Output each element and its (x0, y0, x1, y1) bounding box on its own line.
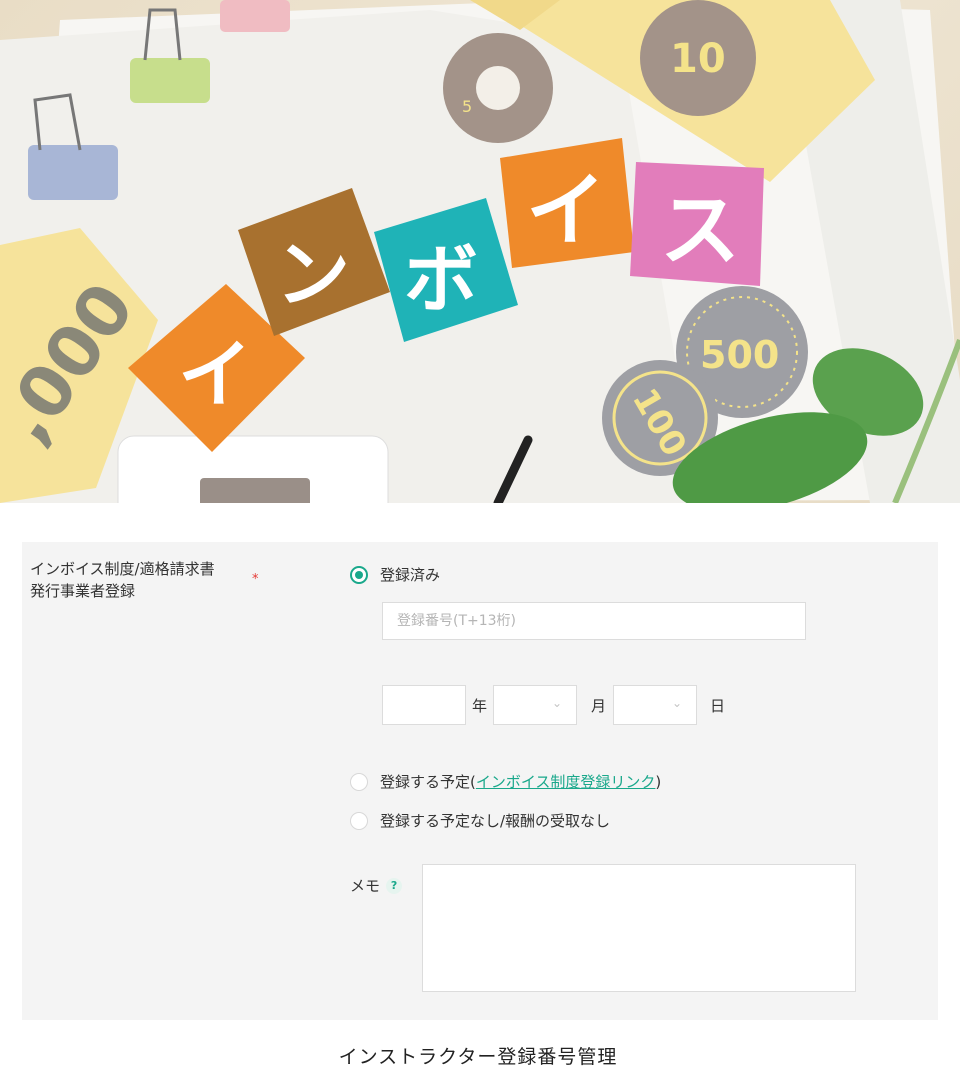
field-label-line1: インボイス制度/適格請求書 (30, 560, 215, 578)
field-label-line2: 発行事業者登録 (30, 582, 136, 600)
svg-text:ス: ス (660, 184, 740, 277)
required-mark: * (252, 572, 259, 587)
radio-button-registered[interactable] (350, 565, 368, 584)
letter-block: イ (500, 138, 634, 268)
year-unit: 年 (472, 697, 488, 715)
radio-label-registered: 登録済み (380, 566, 441, 584)
radio-option-not-planned[interactable]: 登録する予定なし/報酬の受取なし (350, 810, 610, 831)
svg-text:5: 5 (462, 97, 472, 116)
coin-icon: 5 (443, 33, 553, 143)
chevron-down-icon: ⌄ (551, 696, 562, 710)
hero-image: ,000 5 10 500 100 イ ン ボ イ ス (0, 0, 960, 503)
hero-illustration: ,000 5 10 500 100 イ ン ボ イ ス (0, 0, 960, 503)
svg-text:イ: イ (178, 332, 252, 418)
memo-textarea[interactable] (422, 864, 856, 992)
day-unit: 日 (710, 697, 726, 715)
letter-block: ス (630, 162, 764, 286)
chevron-down-icon: ⌄ (671, 696, 682, 710)
svg-text:ン: ン (276, 232, 350, 318)
svg-text:500: 500 (700, 333, 779, 377)
binder-clip-icon (220, 0, 290, 32)
memo-label: メモ ? (350, 875, 403, 896)
radio-label-planned-prefix: 登録する予定( (380, 773, 476, 791)
month-unit: 月 (591, 697, 607, 715)
page-caption: インストラクター登録番号管理 (338, 1046, 618, 1068)
radio-label-not-planned: 登録する予定なし/報酬の受取なし (380, 812, 611, 830)
svg-text:10: 10 (670, 36, 726, 82)
help-icon[interactable]: ? (386, 877, 403, 894)
radio-button-not-planned[interactable] (350, 811, 368, 830)
invoice-registration-panel: インボイス制度/適格請求書 発行事業者登録 * 登録済み 年 ⌄ 月 ⌄ 日 登… (22, 542, 938, 1020)
year-input[interactable] (382, 685, 466, 725)
radio-label-planned-suffix: ) (655, 772, 662, 791)
radio-button-planned[interactable] (350, 772, 368, 791)
calculator-display (200, 478, 310, 503)
radio-option-planned[interactable]: 登録する予定( インボイス制度登録リンク ) (350, 771, 661, 792)
radio-option-registered[interactable]: 登録済み (350, 564, 440, 585)
field-label: インボイス制度/適格請求書 発行事業者登録 (30, 558, 260, 602)
invoice-registration-link[interactable]: インボイス制度登録リンク (476, 771, 656, 792)
coin-icon: 10 (640, 0, 756, 116)
svg-text:イ: イ (526, 164, 606, 257)
svg-text:ボ: ボ (404, 237, 478, 323)
registration-number-input[interactable] (382, 602, 806, 640)
memo-label-text: メモ (350, 877, 381, 895)
day-select[interactable]: ⌄ (613, 685, 697, 725)
month-select[interactable]: ⌄ (493, 685, 577, 725)
